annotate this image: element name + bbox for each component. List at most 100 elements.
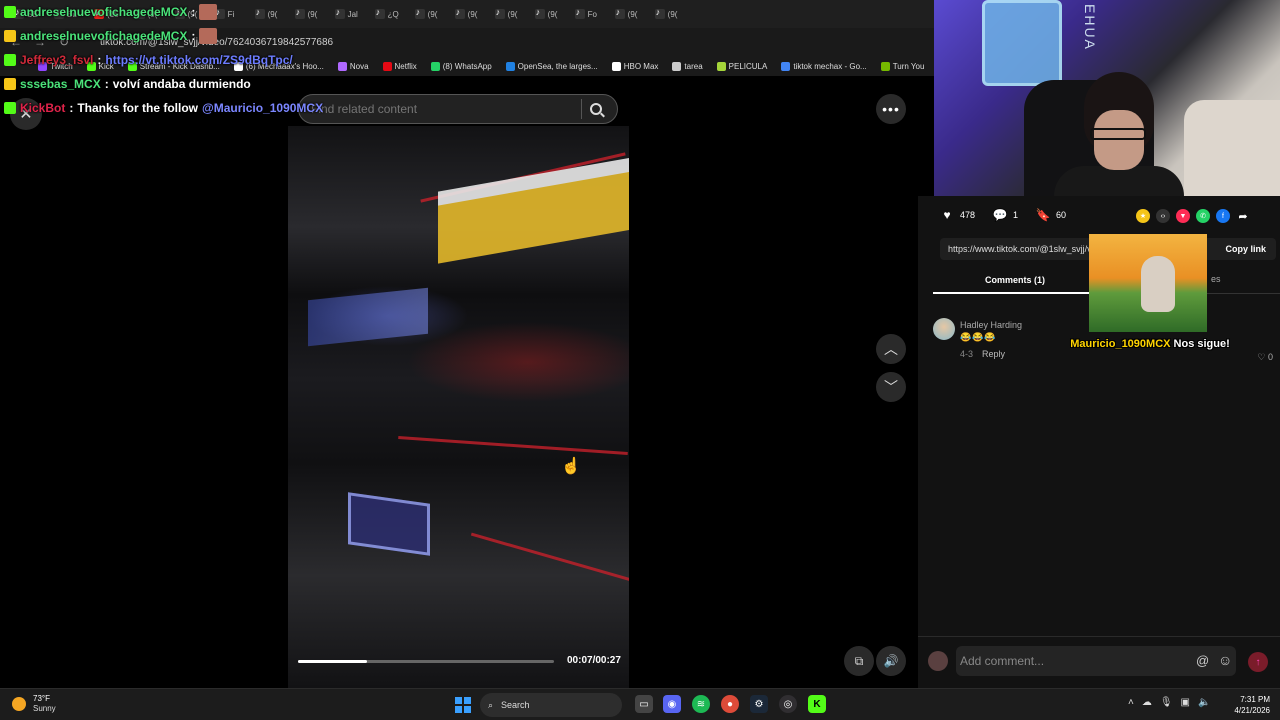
weather-widget[interactable]: 73°F Sunny bbox=[12, 694, 56, 714]
chrome-icon[interactable]: ● bbox=[721, 695, 739, 713]
share-icons: ★ ‹› ▼ ✆ f ➦ bbox=[1136, 209, 1250, 223]
chat-message: andreselnuevofichagedeMCX: bbox=[4, 0, 424, 24]
hand-cursor-icon: ☝ bbox=[561, 458, 581, 475]
microphone-icon[interactable]: 🎙 bbox=[1160, 697, 1173, 708]
bookmark-label: tiktok mechax - Go... bbox=[793, 61, 867, 71]
facebook-icon[interactable]: f bbox=[1216, 209, 1230, 223]
onedrive-icon[interactable]: ☁ bbox=[1142, 697, 1152, 708]
bookmark-item[interactable]: (8) WhatsApp bbox=[430, 61, 492, 71]
video-frame-detail bbox=[470, 532, 629, 583]
chat-badge-icon bbox=[4, 78, 16, 90]
network-icon[interactable]: ▣ bbox=[1181, 697, 1190, 708]
chat-message: andreselnuevofichagedeMCX: bbox=[4, 24, 424, 48]
webcam-person-body bbox=[1054, 166, 1184, 196]
comment-button[interactable]: 💬 1 bbox=[993, 208, 1018, 222]
search-icon[interactable] bbox=[590, 103, 602, 115]
chevron-up-icon[interactable]: ˄ bbox=[1128, 697, 1134, 708]
bookmark-item[interactable]: HBO Max bbox=[611, 61, 658, 71]
chat-separator: : bbox=[191, 5, 196, 19]
tiktok-share-icon[interactable]: ▼ bbox=[1176, 209, 1190, 223]
video-progress-fill bbox=[298, 660, 368, 663]
comment-like-button[interactable]: ♡ 0 bbox=[1257, 352, 1273, 363]
follow-alert-image bbox=[1089, 234, 1207, 332]
follow-alert-user: Mauricio_1090MCX bbox=[1070, 338, 1171, 350]
avatar[interactable] bbox=[933, 318, 955, 340]
windows-start-icon[interactable] bbox=[455, 697, 471, 713]
browser-tab[interactable]: (9( bbox=[449, 3, 485, 25]
chat-username: andreselnuevofichagedeMCX bbox=[20, 5, 188, 19]
video-frame-detail bbox=[398, 435, 628, 456]
file-explorer-icon[interactable]: ▭ bbox=[635, 695, 653, 713]
tiktok-icon bbox=[494, 7, 505, 19]
obs-icon[interactable]: ◎ bbox=[779, 695, 797, 713]
clock-time: 7:31 PM bbox=[1240, 695, 1270, 704]
browser-tab-label: (9( bbox=[667, 9, 678, 19]
system-tray: ˄ ☁ 🎙 ▣ 🔈 bbox=[1128, 697, 1210, 708]
volume-icon[interactable]: 🔊 bbox=[876, 646, 906, 676]
bookmark-item[interactable]: OpenSea, the larges... bbox=[505, 61, 598, 71]
follow-alert-text: Mauricio_1090MCX Nos sigue! bbox=[1070, 338, 1230, 350]
mention-icon[interactable]: @ bbox=[1196, 653, 1209, 668]
chat-username: Jeffrey3_fsvl bbox=[20, 53, 94, 67]
speaker-icon[interactable]: 🔈 bbox=[1198, 697, 1210, 708]
copy-link-button[interactable]: Copy link bbox=[1225, 244, 1266, 254]
taskbar-clock[interactable]: 7:31 PM 4/21/2026 bbox=[1230, 694, 1270, 716]
more-options-icon[interactable]: ••• bbox=[876, 94, 906, 124]
chat-text: https://vt.tiktok.com/ZS9dBqTpc/ bbox=[105, 53, 293, 67]
webcam-person-glasses bbox=[1090, 128, 1146, 140]
emoji-icon[interactable]: ☺ bbox=[1218, 652, 1232, 668]
video-player[interactable]: ☝ bbox=[288, 126, 629, 688]
bookmark-item[interactable]: PELICULA bbox=[716, 61, 768, 71]
embed-icon[interactable]: ‹› bbox=[1156, 209, 1170, 223]
bookmark-favicon-icon bbox=[611, 61, 621, 71]
whatsapp-icon[interactable]: ✆ bbox=[1196, 209, 1210, 223]
chat-username: sssebas_MCX bbox=[20, 77, 101, 91]
spotify-icon[interactable]: ≋ bbox=[692, 695, 710, 713]
action-bar: ♥ 478 💬 1 🔖 60 bbox=[940, 208, 1076, 222]
browser-tab[interactable]: Fo bbox=[569, 3, 605, 25]
follow-alert-figure bbox=[1141, 256, 1175, 312]
chat-emote-icon bbox=[199, 4, 218, 20]
browser-tab-label: (9( bbox=[467, 9, 478, 19]
taskbar-search[interactable]: ⌕ Search bbox=[480, 693, 622, 717]
bookmark-label: PELICULA bbox=[728, 61, 768, 71]
comment-icon: 💬 bbox=[992, 208, 1008, 222]
browser-tab[interactable]: (9( bbox=[649, 3, 685, 25]
browser-tab[interactable]: (9( bbox=[529, 3, 565, 25]
kick-icon[interactable]: K bbox=[808, 695, 826, 713]
browser-tab-label: (9( bbox=[547, 9, 558, 19]
tiktok-icon bbox=[454, 7, 465, 19]
chevron-up-icon[interactable]: ︿ bbox=[876, 334, 906, 364]
bookmark-favicon-icon bbox=[505, 61, 515, 71]
like-button[interactable]: ♥ 478 bbox=[940, 208, 975, 222]
steam-icon[interactable]: ⚙ bbox=[750, 695, 768, 713]
comment-author[interactable]: Hadley Harding bbox=[960, 320, 1022, 330]
chat-text: Thanks for the follow bbox=[77, 101, 199, 115]
browser-tab[interactable]: (9( bbox=[609, 3, 645, 25]
add-comment-input[interactable] bbox=[956, 646, 1236, 676]
chat-text: volví andaba durmiendo bbox=[112, 77, 251, 91]
webcam-background-letters: EHUA bbox=[1082, 4, 1098, 51]
bookmark-item[interactable]: tarea bbox=[672, 61, 703, 71]
bookmark-item[interactable]: Turn You bbox=[880, 61, 924, 71]
share-arrow-icon[interactable]: ➦ bbox=[1236, 209, 1250, 223]
bookmark-label: (8) WhatsApp bbox=[442, 61, 492, 71]
bookmark-icon: 🔖 bbox=[1035, 208, 1051, 222]
send-icon[interactable]: ↑ bbox=[1248, 652, 1268, 672]
chevron-down-icon[interactable]: ﹀ bbox=[876, 372, 906, 402]
discord-icon[interactable]: ◉ bbox=[663, 695, 681, 713]
bookmark-favicon-icon bbox=[880, 61, 890, 71]
comment-date: 4-3 bbox=[960, 349, 974, 359]
chat-mention: @Mauricio_1090MCX bbox=[202, 101, 324, 115]
screen: SEBu(15(9((9(Fi(9((9(Jal¿Q(9((9((9((9(Fo… bbox=[0, 0, 1280, 720]
reply-button[interactable]: Reply bbox=[982, 349, 1005, 359]
comment-text: 😂😂😂 bbox=[960, 332, 997, 342]
friends-share-icon[interactable]: ★ bbox=[1136, 209, 1150, 223]
weather-description: Sunny bbox=[33, 704, 56, 713]
picture-in-picture-icon[interactable]: ⧉ bbox=[844, 646, 874, 676]
bookmark-item[interactable]: tiktok mechax - Go... bbox=[781, 61, 867, 71]
chat-badge-icon bbox=[4, 102, 16, 114]
video-progress-bar[interactable] bbox=[298, 660, 554, 663]
bookmark-button[interactable]: 🔖 60 bbox=[1036, 208, 1066, 222]
browser-tab[interactable]: (9( bbox=[489, 3, 525, 25]
